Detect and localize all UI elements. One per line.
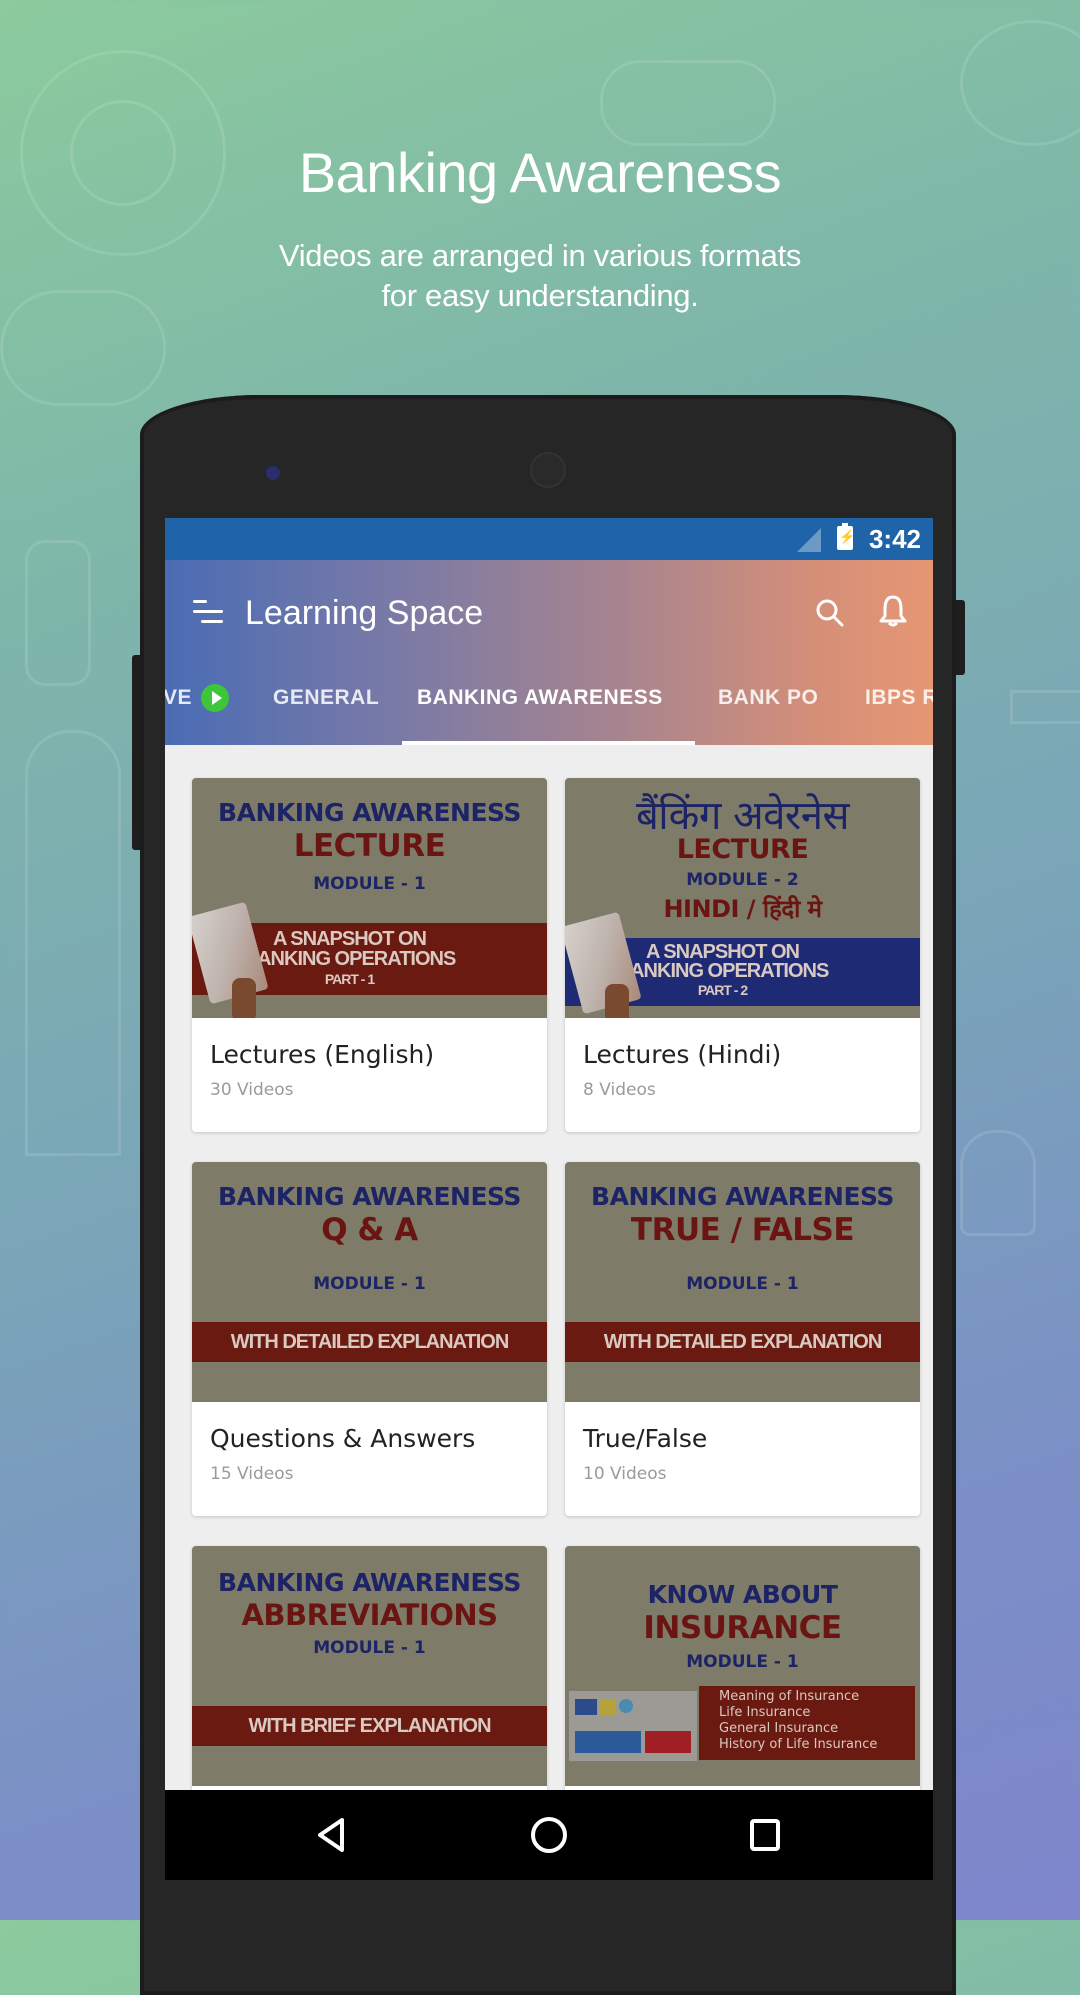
bell-icon[interactable] [877, 594, 909, 628]
card-title: Lectures (English) [210, 1040, 435, 1069]
tab-bank-po[interactable]: BANK PO [718, 686, 818, 710]
pencil-decoration [25, 730, 121, 1156]
status-time: 3:42 [868, 524, 921, 554]
card-title: True/False [583, 1424, 708, 1453]
insurer-logo [575, 1699, 597, 1715]
thumb-module: MODULE - 1 [686, 1652, 799, 1672]
insurer-logo [645, 1731, 691, 1753]
insurance-topics-panel: Meaning of Insurance Life Insurance Gene… [699, 1686, 915, 1760]
category-card-insurance[interactable]: KNOW ABOUT INSURANCE MODULE - 1 Meaning … [565, 1546, 920, 1790]
thumb-module: MODULE - 1 [686, 1274, 799, 1294]
promo-subtitle-line-1: Videos are arranged in various formats [278, 238, 802, 273]
thumb-heading: BANKING AWARENESS [218, 1182, 521, 1211]
card-video-count: 15 Videos [210, 1464, 294, 1484]
home-icon[interactable] [489, 1790, 609, 1880]
tab-live[interactable]: VE [165, 686, 192, 710]
category-card-questions-answers[interactable]: BANKING AWARENESS Q & A MODULE - 1 WITH … [192, 1162, 547, 1516]
category-tabs: VE GENERAL BANKING AWARENESS BANK PO IBP… [165, 660, 933, 745]
planet-decoration [960, 20, 1080, 146]
person-decoration [25, 540, 91, 686]
insurer-logos-panel [569, 1691, 697, 1761]
promo-title: Banking Awareness [298, 141, 782, 204]
insurance-topic: Life Insurance [719, 1705, 811, 1720]
promo-subtitle-line-2: for easy understanding. [381, 278, 699, 313]
tab-banking-awareness[interactable]: BANKING AWARENESS [417, 686, 663, 710]
thumb-main-text: ABBREVIATIONS [241, 1598, 498, 1632]
thumb-heading: BANKING AWARENESS [218, 1568, 521, 1597]
hand-image [605, 984, 629, 1018]
card-title: Questions & Answers [210, 1424, 476, 1453]
thumb-heading: KNOW ABOUT [647, 1580, 838, 1609]
back-icon[interactable] [270, 1790, 390, 1880]
insurer-logo [599, 1699, 615, 1715]
thumb-band: WITH DETAILED EXPLANATION [192, 1322, 547, 1362]
card-thumbnail: BANKING AWARENESS LECTURE MODULE - 1 A S… [192, 778, 547, 1018]
insurer-logo [619, 1699, 633, 1713]
insurer-logo [575, 1731, 641, 1753]
app-bar: Learning Space VE GENERAL BANKING AWAREN… [165, 560, 933, 745]
thumb-module: MODULE - 1 [313, 1638, 426, 1658]
lightbulb-decoration [960, 1130, 1036, 1236]
thumb-main-text: LECTURE [676, 834, 809, 865]
card-video-count: 8 Videos [583, 1080, 656, 1100]
category-card-abbreviations[interactable]: BANKING AWARENESS ABBREVIATIONS MODULE -… [192, 1546, 547, 1790]
play-icon [201, 684, 229, 712]
phone-screen: 3:42 Learning Space VE GENERAL BANKING A… [165, 518, 933, 1790]
phone-speaker [530, 452, 566, 488]
thumb-main-text: LECTURE [293, 828, 446, 864]
thumb-heading: BANKING AWARENESS [218, 798, 521, 827]
search-icon[interactable] [815, 598, 845, 628]
card-video-count: 10 Videos [583, 1464, 667, 1484]
rocket-decoration [600, 60, 776, 146]
status-bar: 3:42 [165, 518, 933, 560]
insurance-topic: Meaning of Insurance [719, 1689, 860, 1704]
thumb-main-text: Q & A [321, 1212, 418, 1248]
category-card-lectures-hindi[interactable]: बैंकिंग अवेरनेस LECTURE MODULE - 2 HINDI… [565, 778, 920, 1132]
battery-charging-icon [837, 523, 855, 550]
card-thumbnail: KNOW ABOUT INSURANCE MODULE - 1 Meaning … [565, 1546, 920, 1786]
tab-live-label: VE [165, 686, 193, 709]
thumb-module: MODULE - 2 [686, 870, 799, 890]
card-thumbnail: बैंकिंग अवेरनेस LECTURE MODULE - 2 HINDI… [565, 778, 920, 1018]
thumb-heading: बैंकिंग अवेरनेस [635, 793, 850, 839]
thumb-module: MODULE - 1 [313, 1274, 426, 1294]
card-title: Lectures (Hindi) [583, 1040, 782, 1069]
hand-image [232, 978, 256, 1018]
thumb-module: MODULE - 1 [313, 874, 426, 894]
menu-icon[interactable] [193, 600, 223, 624]
card-video-count: 30 Videos [210, 1080, 294, 1100]
category-card-lectures-english[interactable]: BANKING AWARENESS LECTURE MODULE - 1 A S… [192, 778, 547, 1132]
insurance-topic: General Insurance [719, 1721, 839, 1736]
thumb-band: WITH BRIEF EXPLANATION [192, 1706, 547, 1746]
arrow-decoration [1010, 690, 1080, 724]
card-thumbnail: BANKING AWARENESS ABBREVIATIONS MODULE -… [192, 1546, 547, 1786]
signal-icon [797, 528, 821, 552]
thumb-band: WITH DETAILED EXPLANATION [565, 1322, 920, 1362]
system-nav-bar [165, 1790, 933, 1880]
promo-subtitle: Videos are arranged in various formats f… [0, 236, 1080, 316]
active-tab-indicator [402, 741, 695, 745]
app-title: Learning Space [245, 594, 484, 632]
card-thumbnail: BANKING AWARENESS Q & A MODULE - 1 WITH … [192, 1162, 547, 1402]
tab-general[interactable]: GENERAL [273, 686, 379, 710]
tab-ibps-rrb[interactable]: IBPS R [865, 686, 933, 710]
thumb-main-text: TRUE / FALSE [630, 1212, 855, 1248]
insurance-topic: History of Life Insurance [719, 1737, 878, 1752]
phone-front-camera [266, 466, 280, 480]
thumb-heading: BANKING AWARENESS [591, 1182, 894, 1211]
thumb-main-text: INSURANCE [643, 1610, 842, 1646]
recents-icon[interactable] [705, 1790, 825, 1880]
card-thumbnail: BANKING AWARENESS TRUE / FALSE MODULE - … [565, 1162, 920, 1402]
category-card-true-false[interactable]: BANKING AWARENESS TRUE / FALSE MODULE - … [565, 1162, 920, 1516]
